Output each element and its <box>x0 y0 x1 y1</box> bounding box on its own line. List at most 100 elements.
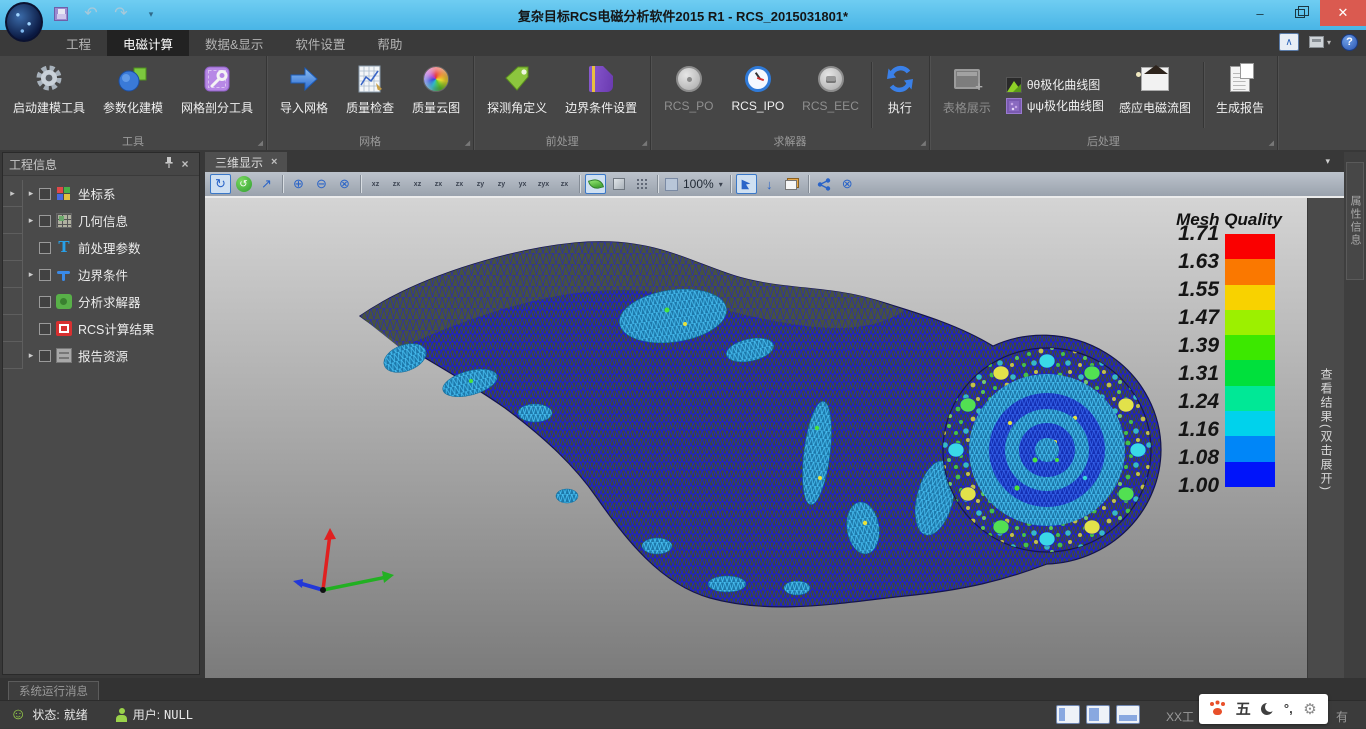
tree-item-boundary-conditions[interactable]: ▸ 边界条件 <box>3 261 199 288</box>
checkbox[interactable] <box>39 215 51 227</box>
results-collapsed-panel[interactable]: 查看结果(双击展开) <box>1307 198 1344 678</box>
zoom-fit-button[interactable]: ⊗ <box>334 174 355 194</box>
tab-data-display[interactable]: 数据&显示 <box>189 30 279 56</box>
induced-current-map-button[interactable]: 感应电磁流图 <box>1110 58 1200 132</box>
view-iso4-button[interactable]: zx <box>555 174 574 194</box>
share-button[interactable] <box>814 174 835 194</box>
view-right-button[interactable]: zx <box>429 174 448 194</box>
pan-zoom-button[interactable]: ↗ <box>256 174 277 194</box>
dialog-launcher-icon[interactable]: ◢ <box>1269 139 1274 147</box>
ime-settings-gear-icon[interactable]: ⚙ <box>1303 700 1316 718</box>
generate-report-button[interactable]: 生成报告 <box>1207 58 1273 132</box>
row-selector[interactable] <box>3 261 23 288</box>
ime-moon-icon[interactable] <box>1261 703 1273 715</box>
rcs-ipo-button[interactable]: RCS_IPO <box>722 58 793 132</box>
minimize-button[interactable]: – <box>1240 0 1280 26</box>
wireframe-mode-button[interactable] <box>608 174 629 194</box>
tree-item-geometry-info[interactable]: ▸ 几何信息 <box>3 207 199 234</box>
view-back-button[interactable]: zx <box>387 174 406 194</box>
row-selector[interactable] <box>3 207 23 234</box>
row-selector[interactable] <box>3 342 23 369</box>
ime-punctuation[interactable]: °, <box>1284 701 1293 716</box>
dialog-launcher-icon[interactable]: ◢ <box>642 139 647 147</box>
view-front-button[interactable]: xz <box>366 174 385 194</box>
properties-collapsed-tab[interactable]: 属性信息 <box>1346 162 1364 280</box>
select-cursor-button[interactable] <box>736 174 757 194</box>
view-iso3-button[interactable]: zyx <box>534 174 553 194</box>
layout-bottom-panel-button[interactable] <box>1116 705 1140 724</box>
view-iso2-button[interactable]: yx <box>513 174 532 194</box>
execute-button[interactable]: 执行 <box>875 58 925 132</box>
psi-polarization-curve-button[interactable]: ψψ极化曲线图 <box>1006 97 1104 114</box>
expander-icon[interactable]: ▸ <box>23 350 39 361</box>
ribbon-collapse-button[interactable]: ∧ <box>1279 33 1299 51</box>
pin-icon[interactable] <box>161 156 177 172</box>
3d-viewport[interactable]: Mesh Quality 1.71 1.63 1.55 1.47 1.39 1.… <box>205 198 1307 678</box>
tab-list-dropdown-icon[interactable]: ▾ <box>1325 156 1330 167</box>
download-view-button[interactable]: ↓ <box>759 174 780 194</box>
view-top-button[interactable]: zx <box>450 174 469 194</box>
close-tab-icon[interactable]: × <box>271 156 277 168</box>
checkbox[interactable] <box>39 323 51 335</box>
quality-contour-button[interactable]: 质量云图 <box>403 58 469 132</box>
close-icon[interactable]: × <box>177 157 193 171</box>
checkbox[interactable] <box>39 269 51 281</box>
tree-item-analysis-solver[interactable]: 分析求解器 <box>3 288 199 315</box>
mesh-partition-tool-button[interactable]: 网格剖分工具 <box>172 58 262 132</box>
tree-item-rcs-results[interactable]: RCS计算结果 <box>3 315 199 342</box>
row-selector[interactable] <box>3 234 23 261</box>
shaded-mode-button[interactable] <box>585 174 606 194</box>
tree-item-report-resources[interactable]: ▸ 报告资源 <box>3 342 199 369</box>
dialog-launcher-icon[interactable]: ◢ <box>258 139 263 147</box>
points-mode-button[interactable] <box>631 174 652 194</box>
quality-check-button[interactable]: 质量检查 <box>337 58 403 132</box>
zoom-out-button[interactable]: ⊖ <box>311 174 332 194</box>
table-display-button[interactable]: 表格展示 <box>934 58 1000 132</box>
layout-left-panel-button[interactable] <box>1056 705 1080 724</box>
probe-angle-button[interactable]: 探测角定义 <box>478 58 556 132</box>
help-button[interactable]: ? <box>1341 34 1358 51</box>
dialog-launcher-icon[interactable]: ◢ <box>465 139 470 147</box>
row-selector[interactable] <box>3 288 23 315</box>
view-left-button[interactable]: xz <box>408 174 427 194</box>
tab-3d-display[interactable]: 三维显示 × <box>205 152 287 172</box>
tab-help[interactable]: 帮助 <box>361 30 418 56</box>
rcs-po-button[interactable]: RCS_PO <box>655 58 722 132</box>
close-button[interactable]: ✕ <box>1320 0 1366 26</box>
ime-toolbar[interactable]: 五 °, ⚙ <box>1199 694 1328 724</box>
tab-em-computation[interactable]: 电磁计算 <box>107 30 189 56</box>
expander-icon[interactable]: ▸ <box>23 215 39 226</box>
restore-button[interactable] <box>1280 0 1320 26</box>
expander-icon[interactable]: ▸ <box>23 188 39 199</box>
parametric-modeling-button[interactable]: 参数化建模 <box>94 58 172 132</box>
expander-icon[interactable]: ▸ <box>23 269 39 280</box>
tab-project[interactable]: 工程 <box>50 30 107 56</box>
app-logo-icon[interactable] <box>5 2 43 42</box>
display-style-button[interactable]: ▾ <box>1309 36 1331 48</box>
zoom-in-button[interactable]: ⊕ <box>288 174 309 194</box>
cascade-windows-button[interactable] <box>782 174 803 194</box>
rcs-eec-button[interactable]: RCS_EEC <box>793 58 868 132</box>
tree-item-preprocess-params[interactable]: T 前处理参数 <box>3 234 199 261</box>
view-iso1-button[interactable]: zy <box>492 174 511 194</box>
orbit-button[interactable]: ↺ <box>233 174 254 194</box>
boundary-condition-button[interactable]: 边界条件设置 <box>556 58 646 132</box>
import-mesh-button[interactable]: 导入网格 <box>271 58 337 132</box>
checkbox[interactable] <box>39 242 51 254</box>
tree-item-coordinate-system[interactable]: ▸ ▸ 坐标系 <box>3 180 199 207</box>
checkbox[interactable] <box>39 350 51 362</box>
close-view-button[interactable]: ⊗ <box>837 174 858 194</box>
ime-paw-icon[interactable] <box>1210 702 1225 715</box>
layout-wide-left-button[interactable] <box>1086 705 1110 724</box>
tab-software-settings[interactable]: 软件设置 <box>279 30 361 56</box>
theta-polarization-curve-button[interactable]: θθ极化曲线图 <box>1006 76 1104 93</box>
row-selector[interactable] <box>3 315 23 342</box>
launch-modeling-tool-button[interactable]: 启动建模工具 <box>4 58 94 132</box>
ime-input-mode[interactable]: 五 <box>1236 698 1251 719</box>
rotate-view-button[interactable]: ↻ <box>210 174 231 194</box>
dialog-launcher-icon[interactable]: ◢ <box>920 139 925 147</box>
system-messages-tab[interactable]: 系统运行消息 <box>8 681 99 700</box>
checkbox[interactable] <box>39 188 51 200</box>
checkbox[interactable] <box>39 296 51 308</box>
view-bottom-button[interactable]: zy <box>471 174 490 194</box>
